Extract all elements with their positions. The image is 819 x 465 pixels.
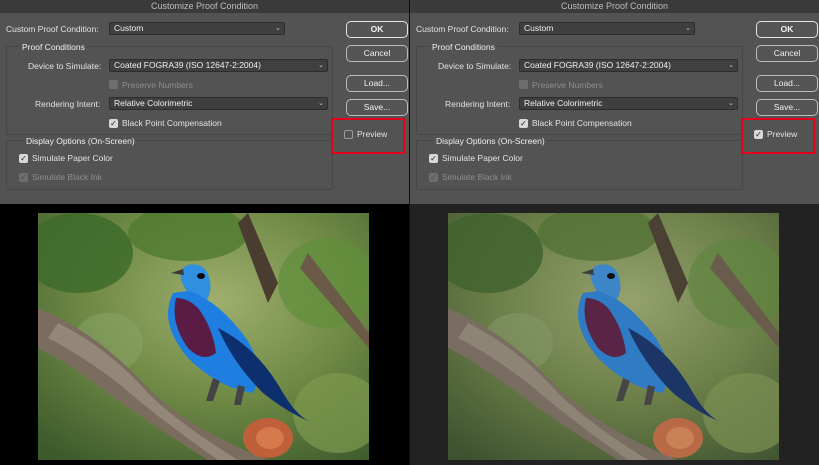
save-button[interactable]: Save...: [346, 99, 408, 116]
cancel-button[interactable]: Cancel: [346, 45, 408, 62]
simulate-paper-color-label: Simulate Paper Color: [442, 153, 523, 163]
black-point-compensation-checkbox[interactable]: ✓: [519, 119, 528, 128]
chevron-down-icon: ⌄: [728, 100, 734, 107]
custom-proof-condition-select[interactable]: Custom ⌄: [109, 22, 285, 35]
rendering-intent-select[interactable]: Relative Colorimetric ⌄: [519, 97, 738, 110]
rendering-intent-select[interactable]: Relative Colorimetric ⌄: [109, 97, 328, 110]
black-point-compensation-label: Black Point Compensation: [532, 118, 632, 128]
right-panel: Customize Proof Condition Custom Proof C…: [410, 0, 819, 465]
simulate-black-ink-checkbox[interactable]: ✓: [19, 173, 28, 182]
load-button[interactable]: Load...: [346, 75, 408, 92]
simulate-paper-color-checkbox[interactable]: ✓: [429, 154, 438, 163]
custom-proof-condition-label: Custom Proof Condition:: [6, 24, 99, 34]
preview-checkbox[interactable]: ✓: [754, 130, 763, 139]
device-to-simulate-select[interactable]: Coated FOGRA39 (ISO 12647-2:2004) ⌄: [109, 59, 328, 72]
simulate-black-ink-label: Simulate Black Ink: [32, 172, 102, 182]
rendering-intent-value: Relative Colorimetric: [524, 98, 603, 108]
preserve-numbers-label: Preserve Numbers: [122, 80, 193, 90]
chevron-down-icon: ⌄: [275, 25, 281, 32]
device-to-simulate-value: Coated FOGRA39 (ISO 12647-2:2004): [524, 60, 671, 70]
rendering-intent-label: Rendering Intent:: [445, 99, 511, 109]
custom-proof-condition-label: Custom Proof Condition:: [416, 24, 509, 34]
bird-photo: [38, 213, 369, 460]
black-point-compensation-checkbox[interactable]: ✓: [109, 119, 118, 128]
preview-label: Preview: [767, 129, 798, 139]
black-point-compensation-label: Black Point Compensation: [122, 118, 222, 128]
custom-proof-condition-value: Custom: [114, 23, 144, 33]
custom-proof-condition-value: Custom: [524, 23, 554, 33]
window-title: Customize Proof Condition: [410, 0, 819, 13]
device-to-simulate-label: Device to Simulate:: [28, 61, 102, 71]
device-to-simulate-value: Coated FOGRA39 (ISO 12647-2:2004): [114, 60, 261, 70]
preview-label: Preview: [357, 129, 388, 139]
preview-checkbox[interactable]: [344, 130, 353, 139]
device-to-simulate-label: Device to Simulate:: [438, 61, 512, 71]
proof-conditions-heading: Proof Conditions: [20, 42, 87, 52]
rendering-intent-value: Relative Colorimetric: [114, 98, 193, 108]
load-button[interactable]: Load...: [756, 75, 818, 92]
preserve-numbers-checkbox[interactable]: [109, 80, 118, 89]
preserve-numbers-label: Preserve Numbers: [532, 80, 603, 90]
bird-photo: [448, 213, 779, 460]
display-options-group: [6, 140, 333, 190]
display-options-group: [416, 140, 743, 190]
proof-conditions-heading: Proof Conditions: [430, 42, 497, 52]
chevron-down-icon: ⌄: [728, 62, 734, 69]
rendering-intent-label: Rendering Intent:: [35, 99, 101, 109]
bird-photo-image: [38, 213, 369, 460]
chevron-down-icon: ⌄: [318, 100, 324, 107]
cancel-button[interactable]: Cancel: [756, 45, 818, 62]
bird-photo-image: [448, 213, 779, 460]
simulate-paper-color-checkbox[interactable]: ✓: [19, 154, 28, 163]
window-title: Customize Proof Condition: [0, 0, 409, 13]
proof-dialog: Customize Proof Condition Custom Proof C…: [0, 0, 409, 204]
save-button[interactable]: Save...: [756, 99, 818, 116]
ok-button[interactable]: OK: [346, 21, 408, 38]
device-to-simulate-select[interactable]: Coated FOGRA39 (ISO 12647-2:2004) ⌄: [519, 59, 738, 72]
custom-proof-condition-select[interactable]: Custom ⌄: [519, 22, 695, 35]
simulate-black-ink-label: Simulate Black Ink: [442, 172, 512, 182]
preserve-numbers-checkbox[interactable]: [519, 80, 528, 89]
proof-dialog: Customize Proof Condition Custom Proof C…: [410, 0, 819, 204]
left-panel: Customize Proof Condition Custom Proof C…: [0, 0, 409, 465]
display-options-heading: Display Options (On-Screen): [24, 136, 137, 146]
simulate-black-ink-checkbox[interactable]: ✓: [429, 173, 438, 182]
ok-button[interactable]: OK: [756, 21, 818, 38]
chevron-down-icon: ⌄: [318, 62, 324, 69]
display-options-heading: Display Options (On-Screen): [434, 136, 547, 146]
simulate-paper-color-label: Simulate Paper Color: [32, 153, 113, 163]
chevron-down-icon: ⌄: [685, 25, 691, 32]
